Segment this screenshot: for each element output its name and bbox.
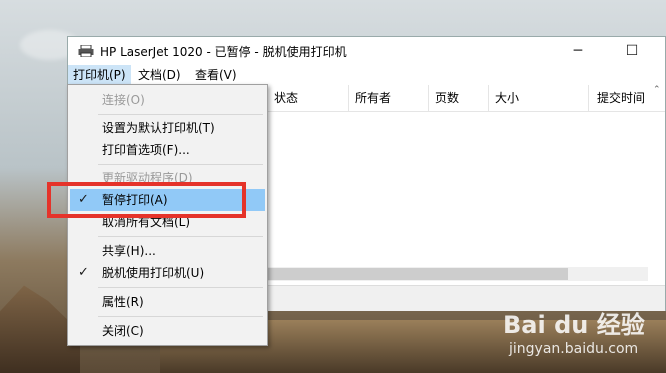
scrollbar-thumb[interactable] (268, 268, 568, 280)
menu-separator (98, 316, 263, 317)
column-pages[interactable]: 页数 (428, 85, 488, 111)
baidu-jingyan-watermark: Bai du 经验 jingyan.baidu.com (503, 305, 653, 365)
menu-printer[interactable]: 打印机(P) (68, 65, 131, 85)
printer-icon (78, 45, 94, 57)
column-size[interactable]: 大小 (488, 85, 588, 111)
menu-separator (98, 287, 263, 288)
menu-item-set-default[interactable]: 设置为默认打印机(T) (70, 117, 265, 139)
sort-caret-icon: ⌃ (653, 85, 661, 95)
menu-item-use-printer-offline[interactable]: ✓ 脱机使用打印机(U) (70, 262, 265, 284)
window-title: HP LaserJet 1020 - 已暂停 - 脱机使用打印机 (100, 45, 347, 59)
watermark-logo: Bai du 经验 (503, 311, 645, 339)
column-status[interactable]: 状态 (268, 85, 348, 111)
watermark-url: jingyan.baidu.com (509, 341, 639, 357)
maximize-button[interactable]: ☐ (610, 37, 654, 65)
menu-item-connect[interactable]: 连接(O) (70, 89, 265, 111)
menu-view[interactable]: 查看(V) (190, 65, 242, 85)
minimize-button[interactable]: ─ (556, 37, 600, 65)
menu-document[interactable]: 文档(D) (133, 65, 186, 85)
menu-separator (98, 164, 263, 165)
menu-item-printing-preferences[interactable]: 打印首选项(F)... (70, 139, 265, 161)
annotation-highlight-box (47, 182, 246, 218)
menu-item-sharing[interactable]: 共享(H)... (70, 240, 265, 262)
menu-separator (98, 236, 263, 237)
title-bar[interactable]: HP LaserJet 1020 - 已暂停 - 脱机使用打印机 ─ ☐ (68, 37, 665, 65)
menu-separator (98, 114, 263, 115)
menu-bar: 打印机(P) 文档(D) 查看(V) (68, 65, 665, 85)
column-owner[interactable]: 所有者 (348, 85, 428, 111)
checkmark-icon: ✓ (78, 265, 89, 280)
menu-item-properties[interactable]: 属性(R) (70, 291, 265, 313)
menu-item-close[interactable]: 关闭(C) (70, 320, 265, 342)
menu-item-label: 脱机使用打印机(U) (102, 266, 205, 280)
